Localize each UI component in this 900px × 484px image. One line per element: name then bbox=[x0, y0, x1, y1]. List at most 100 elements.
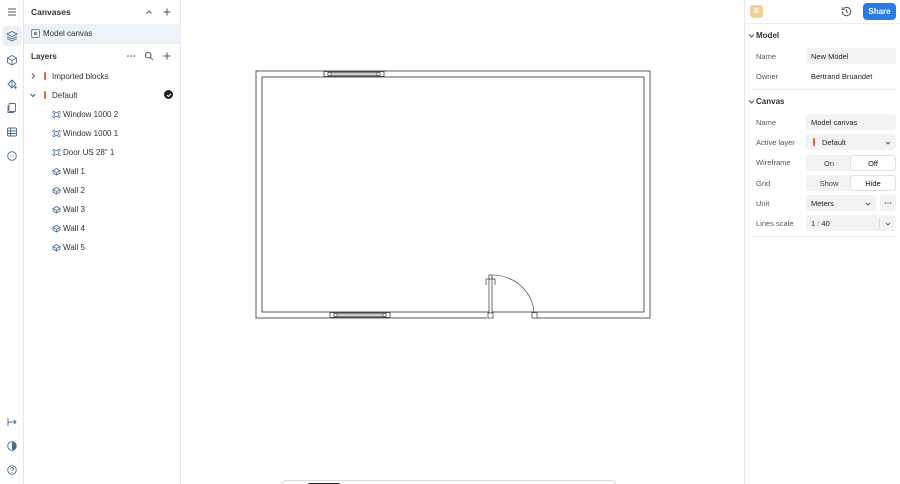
chevron-down-icon bbox=[885, 139, 891, 145]
floor-plan[interactable] bbox=[181, 0, 744, 484]
layers-icon[interactable] bbox=[2, 26, 22, 46]
unit-label: Unit bbox=[756, 199, 770, 208]
object-row-wall-4[interactable]: Wall 4 bbox=[24, 219, 181, 238]
active-layer-value: Default bbox=[822, 138, 846, 147]
chevron-down-icon[interactable] bbox=[29, 91, 37, 99]
wireframe-toggle[interactable]: On Off bbox=[806, 155, 896, 171]
icon-rail bbox=[0, 0, 24, 484]
menu-icon[interactable] bbox=[2, 2, 22, 22]
window-top[interactable] bbox=[323, 71, 385, 77]
lines-scale-select[interactable]: 1 : 40 bbox=[806, 215, 896, 231]
object-name: Wall 2 bbox=[63, 186, 85, 195]
wireframe-label: Wireframe bbox=[756, 158, 791, 167]
object-row-wall-3[interactable]: Wall 3 bbox=[24, 200, 181, 219]
inner-wall-outline[interactable] bbox=[261, 76, 645, 313]
wall-icon bbox=[52, 186, 61, 195]
object-name: Wall 1 bbox=[63, 167, 85, 176]
wall-icon bbox=[52, 205, 61, 214]
chevron-right-icon[interactable] bbox=[29, 72, 37, 80]
object-row-wall-5[interactable]: Wall 5 bbox=[24, 238, 181, 257]
unit-select[interactable]: Meters bbox=[806, 195, 876, 211]
canvas-item-model-canvas[interactable]: Model canvas bbox=[24, 24, 181, 43]
layer-color-swatch bbox=[44, 72, 46, 80]
unit-value: Meters bbox=[811, 199, 834, 208]
object-name: Window 1000 2 bbox=[63, 110, 119, 119]
grid-show-option[interactable]: Show bbox=[807, 176, 851, 190]
wall-icon bbox=[52, 224, 61, 233]
chevron-down-icon[interactable] bbox=[748, 98, 755, 105]
block-icon bbox=[52, 148, 61, 157]
select-divider bbox=[879, 218, 880, 228]
layer-row-default[interactable]: Default bbox=[24, 86, 181, 105]
history-icon[interactable] bbox=[840, 5, 853, 18]
object-row-wall-2[interactable]: Wall 2 bbox=[24, 181, 181, 200]
block-icon bbox=[52, 110, 61, 119]
search-icon[interactable] bbox=[142, 49, 156, 63]
share-button[interactable]: Share bbox=[863, 3, 896, 20]
object-row-wall-1[interactable]: Wall 1 bbox=[24, 162, 181, 181]
canvas-icon bbox=[31, 29, 40, 38]
measure-icon[interactable] bbox=[2, 412, 22, 432]
chevron-down-icon[interactable] bbox=[748, 32, 755, 39]
active-layer-select[interactable]: Default bbox=[806, 134, 896, 150]
layer-name: Default bbox=[52, 91, 78, 100]
layer-color-swatch bbox=[813, 138, 815, 146]
grid-toggle[interactable]: Show Hide bbox=[806, 175, 896, 191]
pages-icon[interactable] bbox=[2, 98, 22, 118]
block-icon bbox=[52, 129, 61, 138]
object-name: Wall 3 bbox=[63, 205, 85, 214]
model-name-field[interactable]: New Model bbox=[806, 48, 896, 64]
comments-icon[interactable] bbox=[2, 146, 22, 166]
right-top-bar: B Share bbox=[745, 0, 900, 24]
object-row-window-1[interactable]: Window 1000 1 bbox=[24, 124, 181, 143]
wireframe-on-option[interactable]: On bbox=[807, 156, 851, 170]
lines-scale-value: 1 : 40 bbox=[811, 219, 830, 228]
drawing-canvas[interactable] bbox=[181, 0, 744, 484]
object-name: Window 1000 1 bbox=[63, 129, 119, 138]
materials-icon[interactable] bbox=[2, 74, 22, 94]
model-section-header[interactable]: Model bbox=[745, 26, 900, 46]
contrast-icon[interactable] bbox=[2, 436, 22, 456]
grid-label: Grid bbox=[756, 179, 771, 188]
layers-header: Layers bbox=[24, 43, 181, 67]
canvas-section-header[interactable]: Canvas bbox=[745, 92, 900, 112]
grid-hide-option[interactable]: Hide bbox=[851, 176, 895, 190]
layer-row-imported-blocks[interactable]: Imported blocks bbox=[24, 67, 181, 86]
outer-wall-outline[interactable] bbox=[255, 70, 651, 319]
more-options-icon bbox=[884, 202, 892, 204]
model-name-label: Name bbox=[756, 52, 777, 61]
layer-color-swatch bbox=[44, 91, 46, 99]
window-bottom[interactable] bbox=[329, 312, 391, 318]
wall-icon bbox=[52, 167, 61, 176]
wireframe-off-option[interactable]: Off bbox=[851, 156, 895, 170]
layers-title: Layers bbox=[31, 52, 57, 61]
canvas-name-field[interactable]: Model canvas bbox=[806, 114, 896, 130]
object-name: Door US 28" 1 bbox=[63, 148, 115, 157]
lines-scale-label: Lines scale bbox=[756, 219, 794, 228]
add-canvas-button[interactable] bbox=[160, 5, 174, 19]
bottom-toolbar[interactable] bbox=[282, 480, 616, 484]
canvas-section-title: Canvas bbox=[756, 97, 785, 106]
chevron-down-icon bbox=[865, 200, 871, 206]
object-row-window-2[interactable]: Window 1000 2 bbox=[24, 105, 181, 124]
canvas-name-label: Name bbox=[756, 118, 777, 127]
canvases-title: Canvases bbox=[31, 7, 71, 17]
add-layer-button[interactable] bbox=[160, 49, 174, 63]
object-row-door[interactable]: Door US 28" 1 bbox=[24, 143, 181, 162]
model-section-title: Model bbox=[756, 31, 780, 40]
layer-name: Imported blocks bbox=[52, 72, 109, 81]
collapse-icon[interactable] bbox=[142, 5, 156, 19]
canvases-header: Canvases bbox=[24, 0, 181, 24]
owner-value: Bertrand Bruandet bbox=[811, 72, 873, 81]
active-layer-check-icon bbox=[164, 90, 173, 99]
unit-more-button[interactable] bbox=[880, 195, 896, 211]
properties-panel: B Share Model Name New Model Owner Bertr… bbox=[744, 0, 900, 484]
table-icon[interactable] bbox=[2, 122, 22, 142]
section-divider bbox=[751, 89, 897, 90]
canvas-item-label: Model canvas bbox=[43, 29, 93, 38]
wall-icon bbox=[52, 243, 61, 252]
more-options-icon[interactable] bbox=[124, 49, 138, 63]
help-icon[interactable] bbox=[2, 460, 22, 480]
blocks-icon[interactable] bbox=[2, 50, 22, 70]
avatar[interactable]: B bbox=[750, 5, 763, 18]
